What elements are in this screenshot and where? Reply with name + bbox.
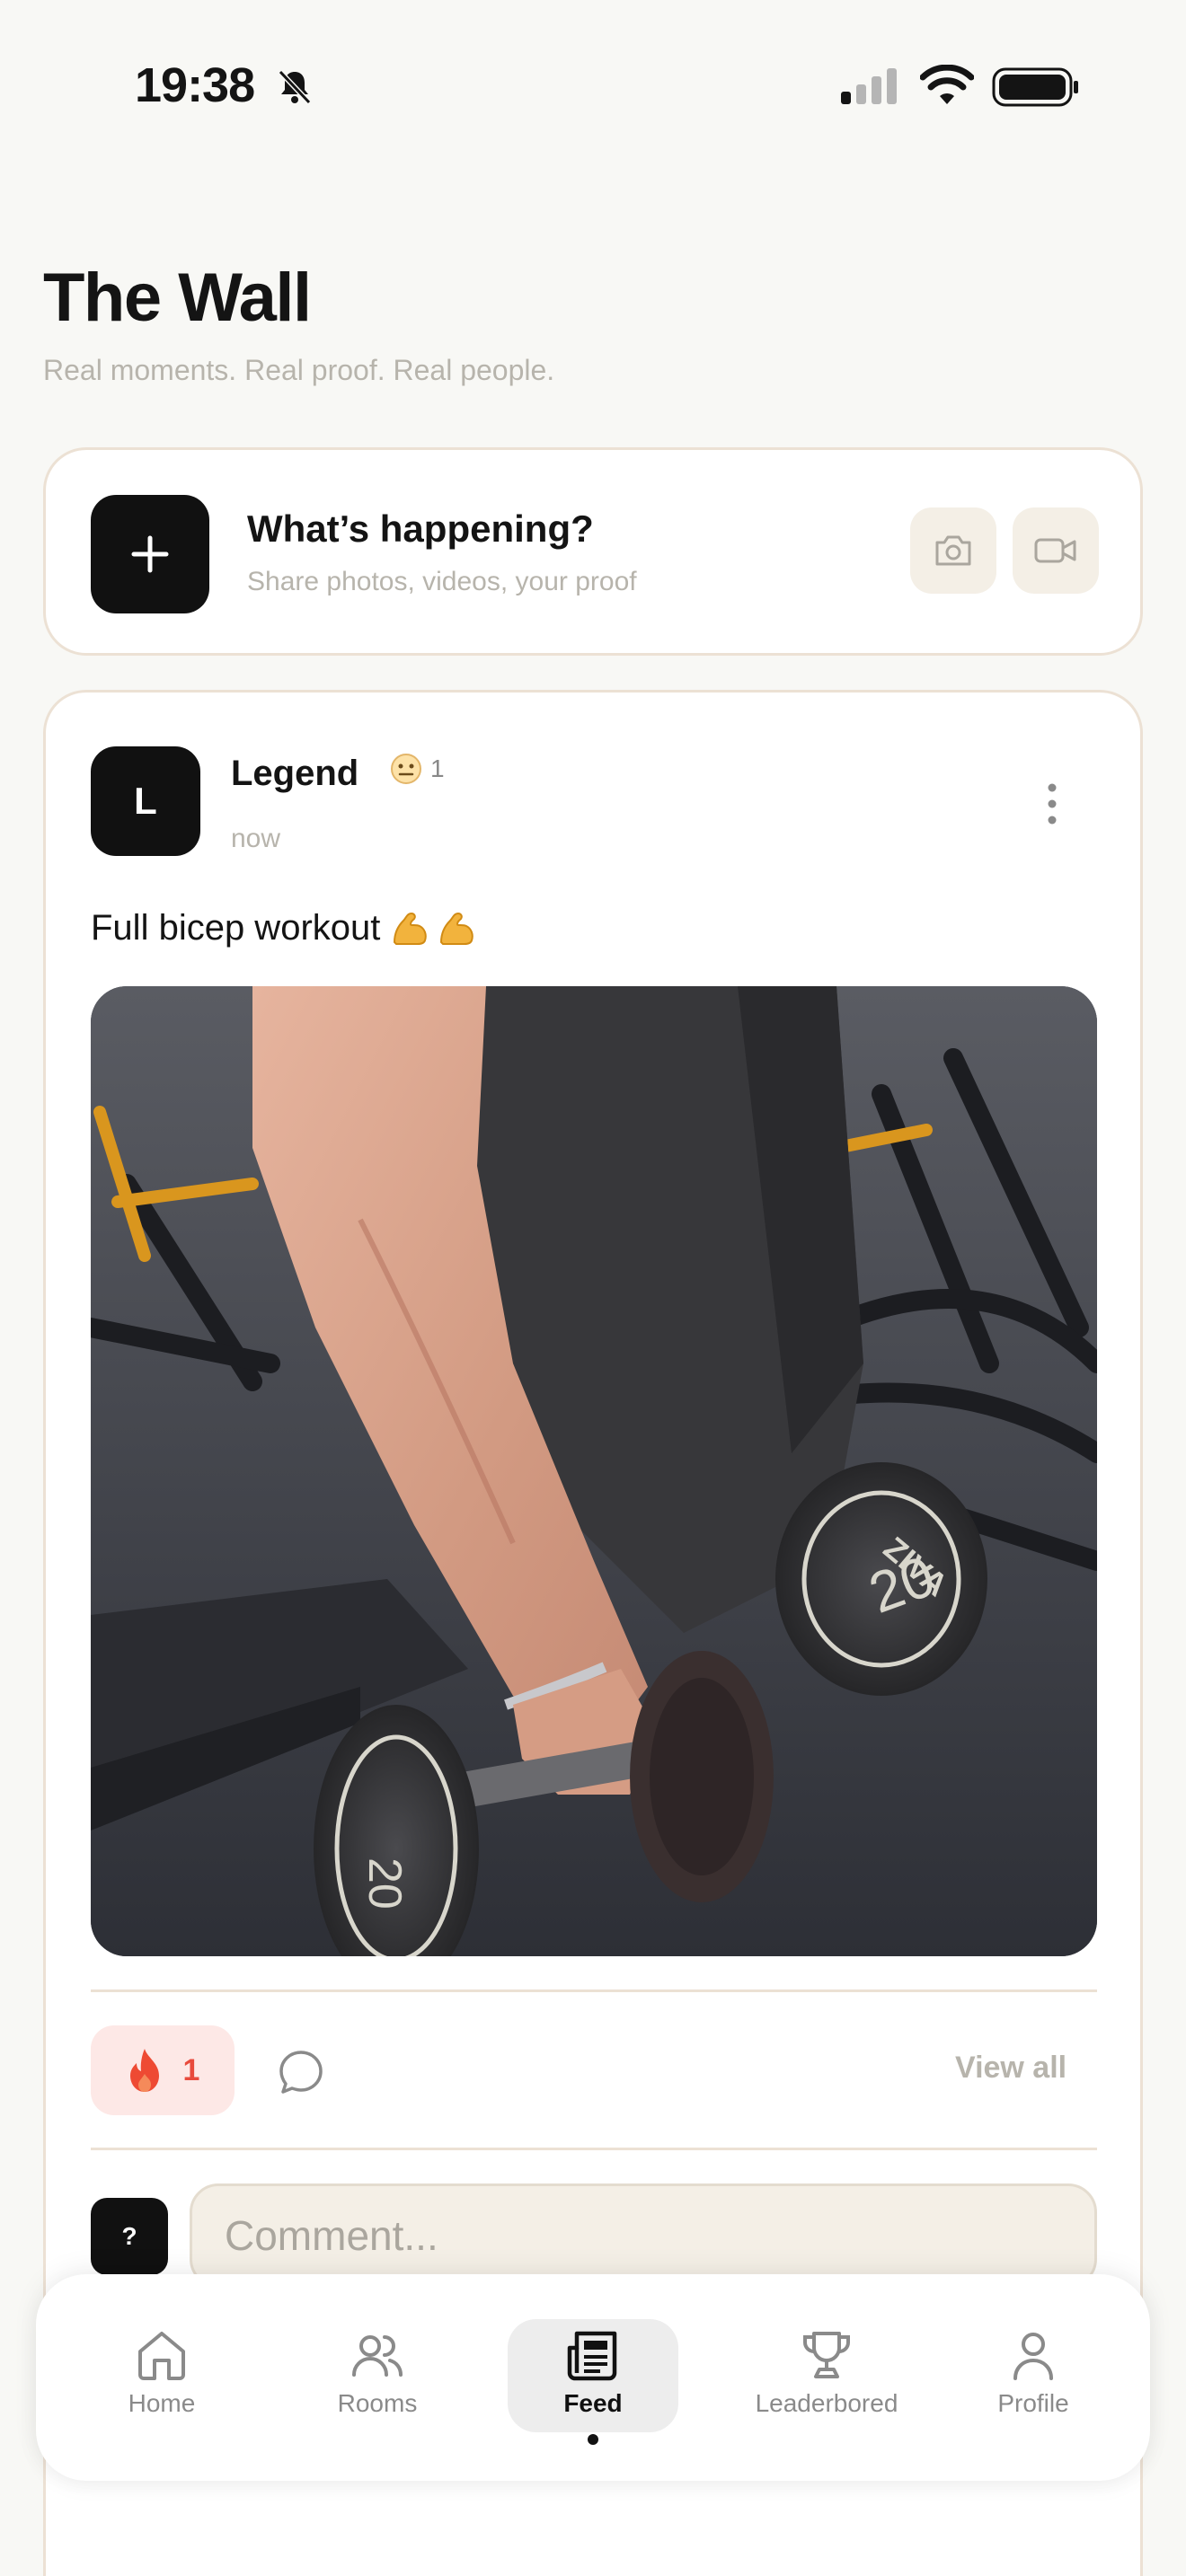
post-username[interactable]: Legend [231, 754, 358, 794]
status-time: 19:38 [135, 58, 255, 112]
fire-icon [129, 2049, 159, 2092]
composer-subtitle: Share photos, videos, your proof [247, 567, 637, 596]
tab-feed[interactable]: Feed [508, 2319, 678, 2445]
add-video-button[interactable] [1013, 507, 1099, 594]
gym-dumbbell-photo: 20 ZIVA 20 [91, 986, 1097, 1956]
people-icon [352, 2335, 403, 2377]
rank-count: 1 [430, 754, 445, 782]
comment-avatar: ? [91, 2198, 168, 2275]
caption-emoji [389, 906, 479, 949]
tab-bar: Home Rooms Feed Leaderbored Profile [36, 2274, 1150, 2481]
avatar[interactable]: L [91, 746, 200, 856]
new-post-button[interactable] [91, 495, 209, 613]
more-options-icon[interactable] [1034, 779, 1070, 829]
comment-input[interactable] [190, 2183, 1097, 2288]
page-subtitle: Real moments. Real proof. Real people. [43, 354, 555, 386]
tab-label: Feed [563, 2389, 623, 2417]
divider [91, 1989, 1097, 1992]
neutral-face-icon [391, 754, 421, 784]
home-icon [138, 2332, 185, 2380]
tab-label: Rooms [337, 2389, 418, 2417]
divider [91, 2148, 1097, 2150]
composer-title: What’s happening? [247, 507, 594, 550]
add-photo-button[interactable] [910, 507, 996, 594]
flexed-biceps-icon [394, 912, 428, 945]
active-tab-indicator [588, 2434, 598, 2445]
post-timestamp: now [231, 824, 281, 853]
post-caption-text: Full bicep workout [91, 907, 381, 948]
tab-home[interactable]: Home [76, 2319, 247, 2432]
plus-icon [131, 535, 169, 573]
status-bar: 19:38 [0, 0, 1186, 171]
flexed-biceps-icon [440, 912, 474, 945]
bell-slash-icon [278, 69, 312, 105]
tab-leaderboard[interactable]: Leaderbored [723, 2319, 930, 2432]
cellular-signal-icon [841, 68, 897, 104]
person-icon [1013, 2333, 1053, 2380]
comment-icon[interactable] [278, 2049, 324, 2095]
reaction-count: 1 [182, 2052, 200, 2087]
tab-label: Home [128, 2389, 196, 2417]
page-title: The Wall [43, 260, 312, 336]
composer-card[interactable]: What’s happening? Share photos, videos, … [43, 447, 1143, 656]
post-image[interactable]: 20 ZIVA 20 [91, 986, 1097, 1956]
battery-icon [992, 67, 1078, 107]
trophy-icon [803, 2332, 850, 2378]
newspaper-icon [567, 2331, 617, 2381]
wifi-icon [920, 65, 974, 104]
rank-badge: 1 [389, 752, 445, 786]
fire-reaction-button[interactable]: 1 [91, 2025, 235, 2115]
tab-label: Profile [997, 2389, 1069, 2417]
tab-profile[interactable]: Profile [948, 2319, 1119, 2432]
svg-text:20: 20 [358, 1857, 411, 1910]
video-icon [1034, 538, 1076, 563]
camera-icon [935, 535, 971, 566]
tab-label: Leaderbored [755, 2389, 898, 2417]
tab-rooms[interactable]: Rooms [292, 2319, 463, 2432]
view-all-comments-link[interactable]: View all [955, 2051, 1067, 2086]
post-caption: Full bicep workout [91, 906, 479, 949]
